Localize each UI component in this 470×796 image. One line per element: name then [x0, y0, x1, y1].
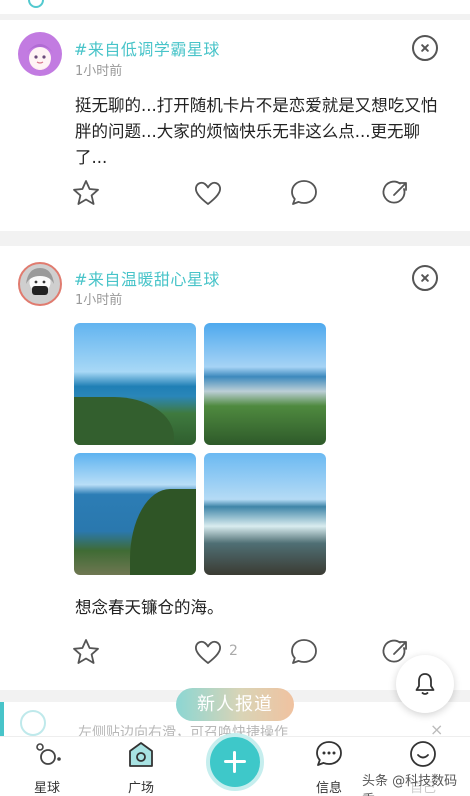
comment-icon[interactable] — [289, 637, 319, 667]
post-text: 挺无聊的...打开随机卡片不是恋爱就是又想吃又怕胖的问题...大家的烦恼快乐无非… — [75, 96, 438, 167]
photo-waves-view[interactable] — [204, 453, 326, 575]
plus-icon[interactable] — [206, 733, 264, 791]
newbie-report-button[interactable]: 新人报道 — [176, 688, 294, 721]
close-icon[interactable] — [412, 265, 438, 291]
nav-item-planet[interactable]: 星球 — [12, 737, 82, 796]
notification-button[interactable] — [396, 655, 454, 713]
photo-bay-view[interactable] — [204, 323, 326, 445]
avatar[interactable] — [18, 262, 62, 306]
post-planet-tag[interactable]: #来自低调学霸星球 — [74, 36, 220, 60]
comment-icon[interactable] — [289, 178, 319, 208]
share-icon[interactable] — [381, 178, 411, 208]
nav-item-plaza[interactable]: 广场 — [106, 737, 176, 796]
star-icon[interactable] — [71, 178, 101, 208]
nav-label: 星球 — [33, 781, 60, 796]
planet-dot-icon — [28, 0, 44, 8]
heart-icon[interactable] — [193, 637, 223, 667]
message-icon — [316, 741, 342, 766]
post-time: 1小时前 — [75, 64, 123, 79]
banner-accent-bar — [0, 702, 4, 736]
post-card[interactable]: #来自低调学霸星球 1小时前 挺无聊的...打开随机卡片不是恋爱就是又想吃又怕胖… — [0, 20, 470, 231]
post-planet-tag[interactable]: #来自温暖甜心星球 — [74, 266, 220, 290]
nav-label: 广场 — [127, 781, 154, 796]
photo-cliff-view[interactable] — [74, 453, 196, 575]
photo-coast-view[interactable] — [74, 323, 196, 445]
nav-label: 信息 — [315, 781, 342, 796]
like-count: 2 — [229, 643, 238, 659]
bell-icon — [415, 673, 435, 695]
watermark: 头条 @科技数码秀 — [359, 769, 470, 796]
plaza-icon — [129, 742, 153, 767]
smile-icon — [410, 741, 436, 767]
close-icon[interactable] — [412, 35, 438, 61]
previous-card-edge — [0, 0, 470, 14]
sun-icon — [20, 710, 46, 736]
planet-icon — [36, 743, 61, 765]
post-actions — [0, 176, 470, 212]
star-icon[interactable] — [71, 637, 101, 667]
avatar[interactable] — [18, 32, 62, 76]
photo-grid — [74, 323, 326, 575]
post-actions: 2 — [0, 635, 470, 671]
post-text: 想念春天镰仓的海。 — [75, 598, 224, 617]
nav-item-messages[interactable]: 信息 — [294, 737, 364, 796]
post-time: 1小时前 — [75, 293, 123, 308]
heart-icon[interactable] — [193, 178, 223, 208]
post-card[interactable]: #来自温暖甜心星球 1小时前 想念春天镰仓的海。 2 — [0, 246, 470, 690]
